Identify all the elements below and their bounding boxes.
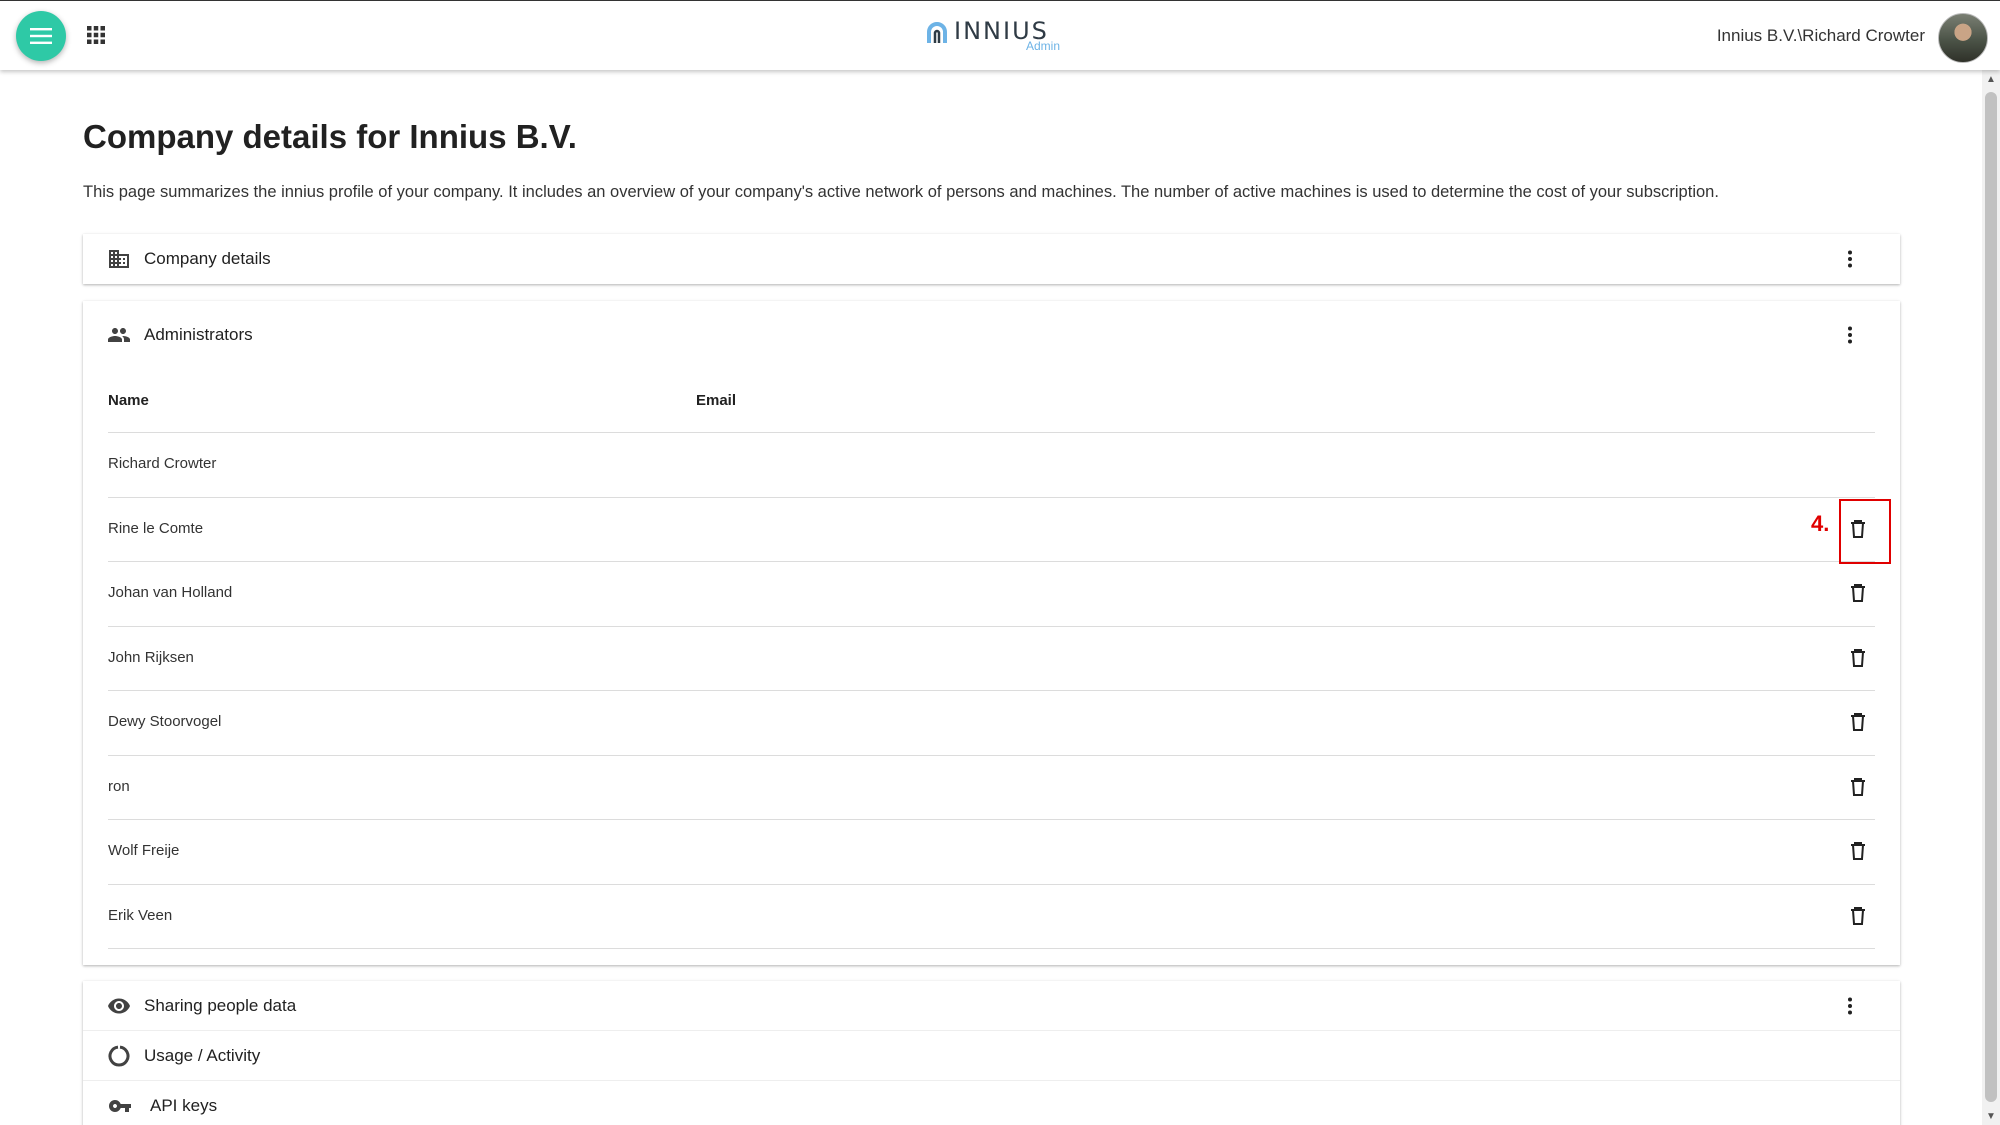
- trash-icon: [1851, 648, 1865, 667]
- vertical-scrollbar[interactable]: ▲ ▼: [1982, 70, 2000, 1125]
- innius-logo[interactable]: INNIUS Admin: [920, 15, 1070, 55]
- building-icon: [109, 250, 129, 268]
- annotation-step-label: 4.: [1811, 511, 1830, 536]
- user-account-name[interactable]: Innius B.V.\Richard Crowter: [1717, 26, 1925, 46]
- delete-admin-button[interactable]: [1847, 647, 1869, 669]
- trash-icon: [1851, 906, 1865, 925]
- sharing-people-data-menu-button[interactable]: [1838, 994, 1862, 1018]
- scroll-up-arrow-icon[interactable]: ▲: [1982, 70, 2000, 88]
- more-vert-icon: [1848, 326, 1852, 344]
- scroll-thumb[interactable]: [1985, 92, 1997, 1102]
- table-row: Richard Crowter: [108, 433, 1875, 498]
- logo-mark-icon: [927, 22, 947, 43]
- table-row: John Rijksen: [108, 627, 1875, 691]
- table-row: Johan van Holland: [108, 562, 1875, 627]
- logo-subtitle: Admin: [1026, 39, 1061, 53]
- administrators-table: Name Email Richard Crowter Rine le Comte…: [108, 376, 1875, 949]
- page-description: This page summarizes the innius profile …: [83, 183, 1719, 201]
- table-header-row: Name Email: [108, 376, 1875, 433]
- company-details-card: Company details: [83, 234, 1900, 284]
- delete-admin-button[interactable]: [1847, 840, 1869, 862]
- api-keys-title: API keys: [150, 1096, 218, 1115]
- company-details-menu-button[interactable]: [1838, 247, 1862, 271]
- more-sections-card: Sharing people data Usage / Activity API…: [83, 981, 1900, 1125]
- apps-grid-icon: [87, 26, 105, 44]
- table-row: Wolf Freije: [108, 820, 1875, 885]
- column-header-email[interactable]: Email: [696, 392, 736, 409]
- delete-admin-button[interactable]: [1847, 711, 1869, 733]
- scroll-down-arrow-icon[interactable]: ▼: [1982, 1107, 2000, 1125]
- admin-name: Johan van Holland: [108, 584, 233, 601]
- admin-name: Erik Veen: [108, 906, 173, 924]
- administrators-menu-button[interactable]: [1838, 323, 1862, 347]
- api-keys-header[interactable]: API keys: [83, 1081, 1900, 1125]
- hamburger-icon: [30, 28, 52, 44]
- admin-name: Dewy Stoorvogel: [108, 713, 222, 730]
- table-row: ron: [108, 756, 1875, 820]
- admin-name: Wolf Freije: [108, 842, 180, 859]
- table-row: Erik Veen: [108, 885, 1875, 949]
- avatar[interactable]: [1938, 13, 1988, 63]
- apps-grid-button[interactable]: [86, 25, 110, 49]
- company-details-title: Company details: [144, 249, 271, 268]
- usage-activity-header[interactable]: Usage / Activity: [83, 1031, 1900, 1081]
- admin-name: Richard Crowter: [108, 455, 217, 472]
- top-app-bar: INNIUS Admin Innius B.V.\Richard Crowter: [0, 0, 2000, 70]
- annotation-highlight-box: [1839, 499, 1891, 564]
- eye-icon: [108, 998, 130, 1014]
- admin-name: John Rijksen: [108, 648, 194, 666]
- administrators-header[interactable]: Administrators: [83, 301, 1900, 369]
- trash-icon: [1851, 842, 1865, 860]
- administrators-title: Administrators: [144, 325, 253, 344]
- table-row: Dewy Stoorvogel: [108, 691, 1875, 756]
- page-title: Company details for Innius B.V.: [83, 118, 577, 155]
- delete-admin-button[interactable]: [1847, 905, 1869, 927]
- trash-icon: [1851, 713, 1865, 731]
- administrators-card: Administrators Name Email Richard Crowte…: [83, 301, 1900, 965]
- sharing-people-data-header[interactable]: Sharing people data: [83, 981, 1900, 1031]
- company-details-header[interactable]: Company details: [83, 234, 1900, 284]
- key-icon: [109, 1100, 131, 1112]
- usage-activity-title: Usage / Activity: [144, 1046, 261, 1065]
- people-icon: [108, 328, 130, 342]
- more-vert-icon: [1848, 997, 1852, 1015]
- menu-button[interactable]: [16, 11, 66, 61]
- donut-icon: [108, 1045, 130, 1067]
- admin-name: Rine le Comte: [108, 519, 204, 537]
- delete-admin-button[interactable]: [1847, 776, 1869, 798]
- trash-icon: [1851, 777, 1865, 796]
- table-row: Rine le Comte: [108, 498, 1875, 562]
- admin-name: ron: [108, 777, 130, 795]
- column-header-name[interactable]: Name: [108, 392, 149, 409]
- sharing-people-data-title: Sharing people data: [144, 996, 297, 1015]
- trash-icon: [1851, 584, 1865, 602]
- more-vert-icon: [1848, 250, 1852, 268]
- delete-admin-button[interactable]: [1847, 582, 1869, 604]
